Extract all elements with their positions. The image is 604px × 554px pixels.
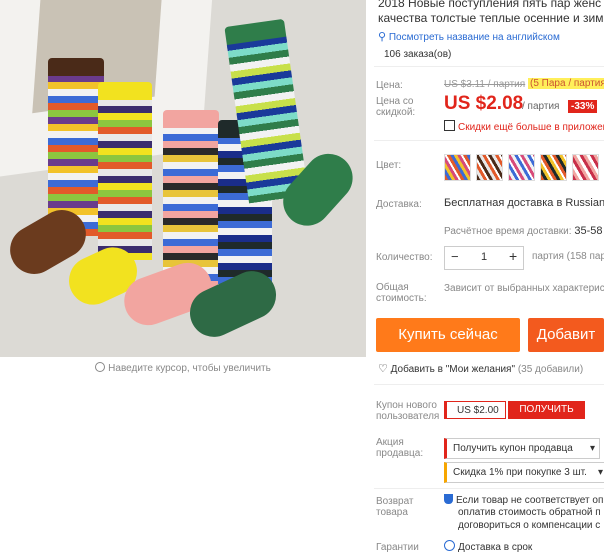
- divider: [374, 66, 604, 67]
- sock-brown: [1, 58, 104, 283]
- product-title-line1: 2018 Новые поступления пять пар женс: [378, 0, 602, 10]
- sock-pink: [117, 110, 219, 332]
- delivery-value[interactable]: Бесплатная доставка в Russian Fe: [444, 197, 604, 209]
- divider: [374, 488, 604, 489]
- get-coupon-button[interactable]: ПОЛУЧИТЬ: [508, 401, 585, 419]
- promo-dropdown-1[interactable]: Получить купон продавца ▾: [444, 438, 600, 459]
- coupon-value: US $2.00: [444, 401, 506, 419]
- discount-price: US $2.08: [444, 93, 524, 114]
- sock-yellow: [61, 82, 152, 313]
- total-value: Зависит от выбранных характерис: [444, 283, 604, 294]
- delivery-label: Доставка:: [376, 199, 422, 210]
- price-label: Цена:: [376, 80, 403, 91]
- color-option-5[interactable]: [572, 154, 599, 181]
- color-option-2[interactable]: [476, 154, 503, 181]
- discount-price-label: Цена со скидкой:: [376, 96, 416, 118]
- promo-label: Акция продавца:: [376, 437, 424, 459]
- returns-label: Возврат товара: [376, 496, 414, 518]
- quantity-input[interactable]: 1: [481, 251, 487, 263]
- zoom-hint-text: Наведите курсор, чтобы увеличить: [108, 363, 271, 374]
- zoom-hint: Наведите курсор, чтобы увеличить: [0, 362, 366, 374]
- quantity-label: Количество:: [376, 252, 433, 263]
- color-options: [444, 154, 604, 181]
- guarantee-label: Гарантии: [376, 542, 419, 553]
- chevron-down-icon: ▾: [597, 467, 603, 478]
- returns-line2: оплатив стоимость обратной п: [458, 507, 601, 518]
- divider: [374, 140, 604, 141]
- quantity-minus-button[interactable]: −: [451, 249, 459, 264]
- chevron-down-icon: ▾: [589, 443, 595, 454]
- color-option-4[interactable]: [540, 154, 567, 181]
- product-image[interactable]: [0, 0, 366, 357]
- translate-link[interactable]: ⚲ Посмотреть название на английском: [378, 30, 560, 43]
- promo-dropdown-2[interactable]: Скидка 1% при покупке 3 шт. ▾: [444, 462, 604, 483]
- quantity-note: партия (158 пар: [532, 251, 604, 262]
- heart-icon: ♡: [378, 363, 388, 375]
- product-title-line2: качества толстые теплые осенние и зим: [378, 11, 604, 25]
- guarantee-value: Доставка в срок: [444, 540, 532, 553]
- quantity-plus-button[interactable]: +: [509, 248, 517, 264]
- returns-line1: Если товар не соответствует оп: [444, 494, 603, 506]
- qr-icon: [444, 120, 455, 131]
- search-icon: ⚲: [378, 31, 387, 43]
- color-label: Цвет:: [376, 160, 402, 171]
- color-option-1[interactable]: [444, 154, 471, 181]
- clock-icon: [444, 540, 455, 551]
- pack-badge: (5 Пара / партия: [528, 78, 604, 89]
- quantity-stepper: − 1 +: [444, 246, 524, 270]
- wishlist-link[interactable]: ♡ Добавить в "Мои желания" (35 добавили): [378, 362, 583, 375]
- coupon-label: Купон нового пользователя: [376, 400, 440, 422]
- price-unit: / партия: [522, 101, 560, 112]
- buy-now-button[interactable]: Купить сейчас: [376, 318, 520, 352]
- add-to-cart-button[interactable]: Добавит: [528, 318, 604, 352]
- shield-icon: [444, 494, 453, 504]
- color-option-3[interactable]: [508, 154, 535, 181]
- returns-line3: договориться о компенсации с: [458, 520, 601, 531]
- magnifier-icon: [95, 362, 106, 372]
- old-price: US $3.11 / партия: [444, 79, 526, 90]
- orders-count: 106 заказа(ов): [384, 49, 452, 60]
- app-discount[interactable]: Скидки ещё больше в приложен: [444, 120, 604, 133]
- divider: [374, 384, 604, 385]
- discount-badge: -33%: [568, 100, 598, 113]
- delivery-time: Расчётное время доставки: 35-58: [444, 225, 603, 237]
- total-label: Общая стоимость:: [376, 282, 427, 304]
